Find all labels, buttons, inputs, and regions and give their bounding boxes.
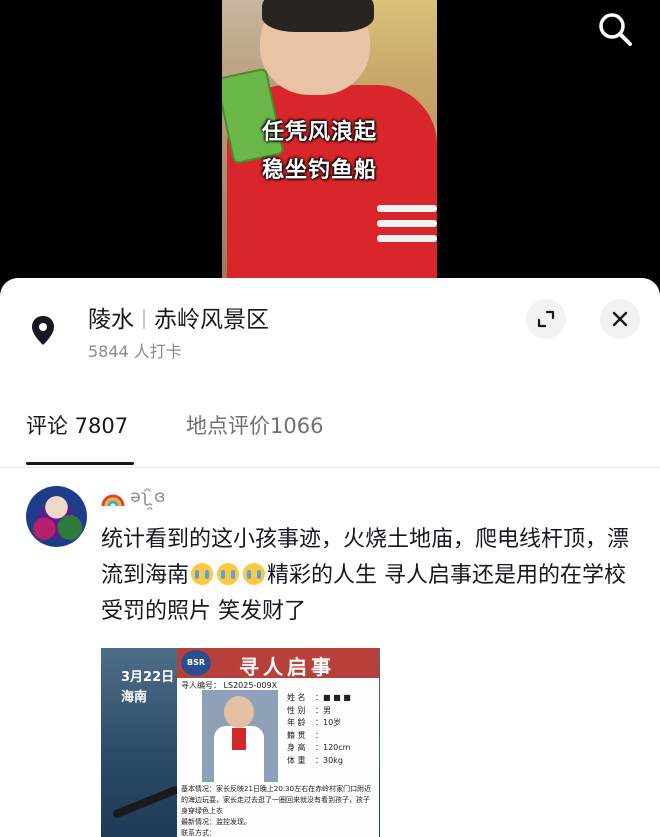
- poster-details-3: 联系方式：: [181, 829, 216, 837]
- close-button[interactable]: [600, 299, 640, 339]
- crying-laughing-emoji-icon: [217, 563, 240, 585]
- poster-details: 基本情况：家长反映21日晚上20:30左右在赤岭村家门口附近的海边玩耍，家长走过…: [181, 784, 375, 837]
- checkin-count: 5844 人打卡: [88, 342, 182, 361]
- poster-fields: 姓 名：■ ■ ■ 性 别：男 年 龄：10岁 籍 贯： 身 高：120cm 体…: [287, 692, 351, 767]
- poster-field: 身 高：120cm: [287, 743, 351, 752]
- location-title[interactable]: 陵水 赤岭风景区: [88, 300, 269, 334]
- poster-field: 体 重：30kg: [287, 755, 343, 765]
- rainbow-icon: [101, 494, 125, 507]
- image-date: 3月22日: [121, 670, 175, 685]
- video-caption-line1: 任凭风浪起: [262, 120, 378, 145]
- poster-header: BSR 寻人启事: [177, 648, 379, 679]
- expand-button[interactable]: [526, 299, 566, 339]
- photo-scarf: [232, 728, 246, 750]
- avatar[interactable]: [26, 486, 87, 547]
- title-divider: [143, 309, 145, 329]
- crying-laughing-emoji-icon: [191, 563, 214, 585]
- search-icon[interactable]: [596, 10, 634, 48]
- shirt-stripe: [377, 205, 437, 212]
- video-frame[interactable]: 任凭风浪起 稳坐钓鱼船: [222, 0, 437, 278]
- poster-field: 性 别：男: [287, 705, 331, 715]
- poster-field: 籍 贯：: [287, 730, 323, 740]
- missing-person-poster: BSR 寻人启事 寻人编号： LS2025-009X 姓 名：■ ■ ■ 性 别…: [177, 648, 379, 837]
- poster-logo: BSR: [181, 650, 211, 676]
- active-tab-indicator: [26, 462, 134, 465]
- location-area: 赤岭风景区: [154, 307, 269, 333]
- poster-details-1: 基本情况：家长反映21日晚上20:30左右在赤岭村家门口附近的海边玩耍，家长走过…: [181, 785, 372, 815]
- poster-photo: [202, 690, 278, 782]
- shirt-stripe: [377, 220, 437, 227]
- photo-head: [224, 696, 254, 728]
- expand-icon: [537, 310, 555, 328]
- video-player[interactable]: 任凭风浪起 稳坐钓鱼船: [0, 0, 660, 290]
- video-person-hair: [262, 0, 374, 32]
- tab-comments[interactable]: 评论 7807: [26, 410, 128, 440]
- poster-title: 寻人启事: [239, 655, 335, 679]
- paddle-shape: [112, 785, 180, 819]
- poster-field: 年 龄：10岁: [287, 718, 342, 727]
- comment-username[interactable]: əʅ́ ̯̯̀ɞ: [101, 486, 165, 508]
- image-place: 海南: [121, 690, 148, 705]
- location-pin-icon: [32, 316, 54, 345]
- location-city: 陵水: [88, 307, 134, 333]
- username-text: əʅ́ ̯̯̀ɞ: [130, 487, 166, 507]
- tab-bar: 评论 7807 地点评价1066: [0, 406, 660, 468]
- location-sheet: 陵水 赤岭风景区 5844 人打卡 评论 7807 地点评价1066 əʅ́ ̯̯…: [0, 278, 660, 837]
- comment-body[interactable]: 统计看到的这小孩事迹，火烧土地庙，爬电线杆顶，漂流到海南 精彩的人生 寻人启事还是…: [101, 522, 631, 630]
- shirt-stripe: [377, 235, 437, 242]
- video-caption-line2: 稳坐钓鱼船: [262, 158, 378, 183]
- tab-location-reviews[interactable]: 地点评价1066: [186, 410, 323, 440]
- poster-details-2: 最新情况：监控发现。: [181, 818, 251, 826]
- poster-field: 姓 名：■ ■ ■: [287, 693, 351, 702]
- close-icon: [612, 311, 628, 327]
- crying-laughing-emoji-icon: [243, 563, 266, 585]
- comment-image[interactable]: 3月22日 海南 BSR 寻人启事 寻人编号： LS2025-009X 姓 名：…: [101, 648, 380, 837]
